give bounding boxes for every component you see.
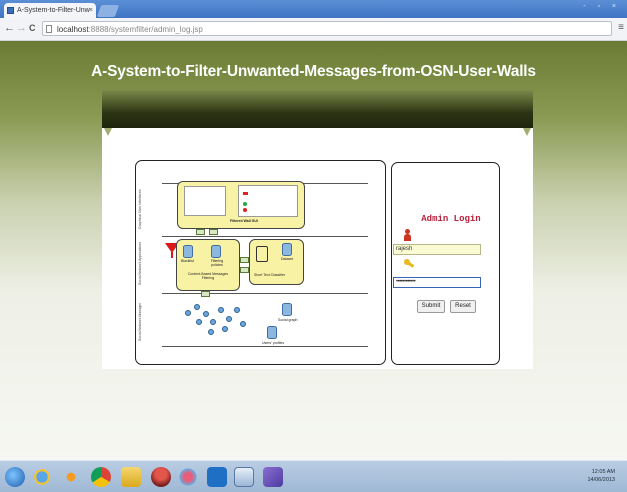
connector-block (240, 257, 249, 263)
reset-button[interactable]: Reset (450, 300, 476, 313)
filter-funnel-stem (171, 252, 173, 258)
policies-database-icon (211, 245, 221, 258)
left-corner-decoration (104, 128, 112, 136)
graph-node (218, 307, 224, 313)
taskbar: 12:05 AM 14/06/2013 (0, 460, 627, 492)
new-tab-button[interactable] (96, 5, 120, 17)
close-tab-icon[interactable]: × (89, 3, 93, 18)
wall-screen-image (238, 185, 298, 217)
blacklist-label: Blacklist (181, 259, 194, 263)
clock-date: 14/06/2013 (587, 477, 615, 483)
graph-node (208, 329, 214, 335)
main-content: Graphical User Interfaces Social Network… (102, 128, 533, 369)
graph-node (226, 316, 232, 322)
login-title: Admin Login (421, 214, 481, 224)
social-graph-label: Social graph (278, 318, 298, 322)
password-field[interactable]: •••••••••••• (393, 277, 481, 288)
system-clock[interactable]: 12:05 AM 14/06/2013 (587, 468, 615, 484)
lane-divider (162, 346, 368, 347)
red-dot-icon (243, 208, 247, 212)
social-graph-database-icon (282, 303, 292, 316)
graph-node (185, 310, 191, 316)
browser-toolbar: ← → C localhost:8888/systemfilter/admin_… (0, 18, 627, 41)
lane-label-gui: Graphical User Interfaces (138, 189, 142, 229)
lane-divider (162, 236, 368, 237)
username-field[interactable]: rajesh (393, 244, 481, 255)
stc-label: Short Text Classifier (254, 273, 286, 277)
filtering-policies-label: Filtering policies (210, 259, 224, 267)
wall-screen-image (184, 186, 226, 216)
submit-button[interactable]: Submit (417, 300, 445, 313)
address-bar[interactable]: localhost:8888/systemfilter/admin_log.js… (42, 21, 612, 36)
url-host: localhost (57, 25, 89, 34)
users-profiles-database-icon (267, 326, 277, 339)
lane-label-apps: Social Network Applications (138, 242, 142, 285)
url-path: :8888/systemfilter/admin_log.jsp (88, 25, 203, 34)
right-corner-decoration (523, 128, 531, 136)
page-favicon-icon (7, 7, 14, 14)
clock-time: 12:05 AM (591, 469, 615, 475)
app-icon[interactable] (151, 467, 171, 487)
wall-label: Filtered Wall GUI (230, 219, 258, 223)
cbmf-label: Content-Based Messages Filtering (187, 272, 229, 280)
content-filtering-box: Blacklist Filtering policies Content-Bas… (176, 239, 240, 291)
neural-network-icon (256, 246, 268, 262)
graph-node (234, 307, 240, 313)
page-icon (46, 25, 52, 33)
connector-block (201, 291, 210, 297)
header-banner (102, 90, 533, 128)
tab-title: A-System-to-Filter-Unw (17, 7, 90, 14)
browser-menu-icon[interactable]: ≡ (618, 22, 624, 33)
document-app-icon[interactable] (234, 467, 254, 487)
reload-icon[interactable]: C (29, 23, 36, 33)
graph-node (194, 304, 200, 310)
paint-icon[interactable] (178, 467, 198, 487)
admin-login-panel: Admin Login rajesh •••••••••••• Submit R… (391, 162, 500, 365)
stc-box: Dataset Short Text Classifier (249, 239, 304, 285)
dataset-label: Dataset (281, 257, 294, 261)
search-app-icon[interactable] (207, 467, 227, 487)
visual-studio-icon[interactable] (263, 467, 283, 487)
user-icon (404, 229, 411, 241)
page-title: A-System-to-Filter-Unwanted-Messages-fro… (91, 63, 536, 80)
green-marker-icon (243, 202, 247, 206)
web-page: A-System-to-Filter-Unwanted-Messages-fro… (0, 41, 627, 460)
forward-arrow-icon[interactable]: → (16, 22, 27, 34)
architecture-diagram: Graphical User Interfaces Social Network… (135, 160, 386, 365)
connector-block (209, 229, 218, 235)
graph-node (210, 319, 216, 325)
internet-explorer-icon[interactable] (32, 467, 52, 487)
browser-tab[interactable]: A-System-to-Filter-Unw × (4, 3, 96, 18)
graph-node (222, 326, 228, 332)
graph-node (196, 319, 202, 325)
window-controls[interactable]: - ▫ × (583, 3, 621, 10)
browser-tab-strip: A-System-to-Filter-Unw × - ▫ × (0, 0, 627, 18)
chrome-icon[interactable] (91, 467, 111, 487)
red-marker-icon (243, 192, 248, 195)
dataset-database-icon (282, 243, 292, 256)
connector-block (196, 229, 205, 235)
users-profiles-label: Users' profiles (262, 341, 285, 345)
folder-icon[interactable] (121, 467, 141, 487)
connector-block (240, 267, 249, 273)
graph-node (240, 321, 246, 327)
back-arrow-icon[interactable]: ← (4, 22, 15, 34)
lane-divider (162, 293, 368, 294)
filtered-wall-box: Filtered Wall GUI (177, 181, 305, 229)
graph-node (203, 311, 209, 317)
key-icon (404, 259, 415, 270)
start-button-icon[interactable] (5, 467, 25, 487)
media-player-icon[interactable] (61, 467, 81, 487)
lane-label-manager: Social Network Manager (138, 302, 142, 341)
blacklist-database-icon (183, 245, 193, 258)
